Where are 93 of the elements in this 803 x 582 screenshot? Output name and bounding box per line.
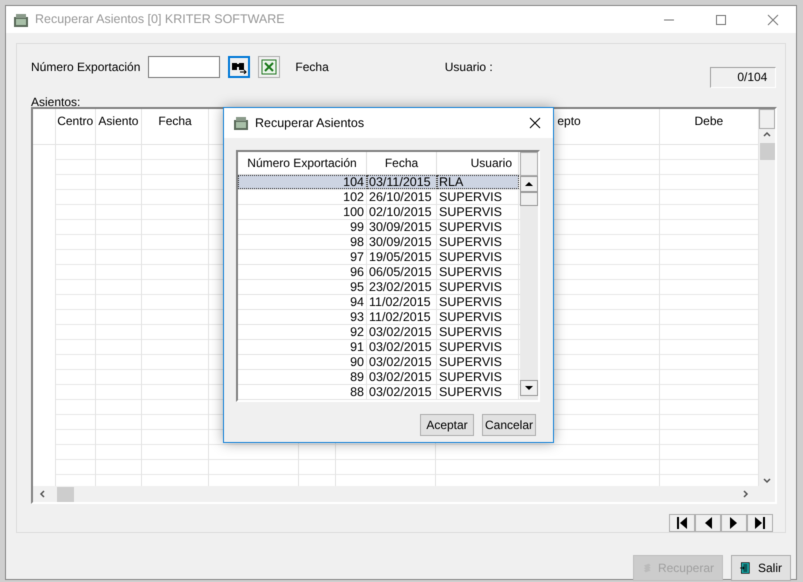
grid-corner-header: [759, 109, 775, 129]
scroll-down-button[interactable]: [520, 380, 538, 396]
export-number-field[interactable]: [148, 56, 220, 78]
table-cell: SUPERVIS: [437, 280, 519, 294]
table-cell: 03/02/2015: [367, 355, 437, 369]
table-cell: SUPERVIS: [437, 325, 519, 339]
table-cell: 102: [238, 190, 367, 204]
column-header[interactable]: Usuario: [437, 152, 519, 174]
table-cell: 30/09/2015: [367, 220, 437, 234]
scroll-up-button[interactable]: [520, 176, 538, 192]
table-cell: 100: [238, 205, 367, 219]
last-button[interactable]: [747, 514, 773, 532]
table-cell: SUPERVIS: [437, 220, 519, 234]
dialog-title: Recuperar Asientos: [255, 114, 366, 132]
column-header[interactable]: Número Exportación: [238, 152, 367, 174]
scroll-thumb[interactable]: [760, 143, 774, 160]
horizontal-scrollbar[interactable]: [33, 486, 775, 502]
table-cell: 90: [238, 355, 367, 369]
table-cell: 11/02/2015: [367, 295, 437, 309]
search-button[interactable]: [228, 56, 250, 78]
column-header[interactable]: Asiento: [96, 109, 142, 144]
field-label: Número Exportación: [31, 59, 140, 76]
table-cell: SUPERVIS: [437, 190, 519, 204]
table-cell: 98: [238, 235, 367, 249]
first-button[interactable]: [669, 514, 695, 532]
grid-label: Asientos:: [31, 94, 80, 111]
list-corner-header: [520, 152, 538, 176]
table-cell: SUPERVIS: [437, 340, 519, 354]
table-cell: 94: [238, 295, 367, 309]
close-icon: [529, 117, 541, 129]
column-header[interactable]: Fecha: [367, 152, 437, 174]
table-cell: 11/02/2015: [367, 310, 437, 324]
table-cell: 92: [238, 325, 367, 339]
scroll-thumb[interactable]: [57, 486, 74, 502]
maximize-icon: [715, 14, 727, 26]
table-cell: 97: [238, 250, 367, 264]
vertical-scrollbar[interactable]: [759, 109, 775, 486]
table-cell: 03/02/2015: [367, 385, 437, 399]
cancel-button[interactable]: Cancelar: [482, 414, 536, 436]
next-button[interactable]: [721, 514, 747, 532]
excel-button[interactable]: [258, 56, 280, 78]
table-cell: 104: [238, 175, 367, 189]
scroll-thumb[interactable]: [520, 192, 538, 206]
previous-button[interactable]: [695, 514, 721, 532]
table-cell: 26/10/2015: [367, 190, 437, 204]
table-cell: 23/02/2015: [367, 280, 437, 294]
table-cell: 95: [238, 280, 367, 294]
table-cell: 99: [238, 220, 367, 234]
scroll-down-icon: [525, 385, 533, 391]
table-cell: SUPERVIS: [437, 370, 519, 384]
table-cell: 03/02/2015: [367, 340, 437, 354]
app-icon: [13, 12, 29, 28]
table-cell: 30/09/2015: [367, 235, 437, 249]
field-label: Usuario :: [444, 59, 493, 76]
table-cell: 03/02/2015: [367, 370, 437, 384]
scroll-left-icon: [37, 489, 47, 499]
spreadsheet-icon: [261, 59, 278, 76]
column-header[interactable]: Fecha: [142, 109, 209, 144]
table-cell: SUPERVIS: [437, 295, 519, 309]
table-cell: 19/05/2015: [367, 250, 437, 264]
scroll-up-icon: [525, 181, 533, 187]
table-cell: SUPERVIS: [437, 355, 519, 369]
scroll-right-icon: [741, 489, 751, 499]
last-icon: [753, 516, 767, 530]
first-icon: [675, 516, 689, 530]
table-cell: 93: [238, 310, 367, 324]
scroll-down-icon: [762, 476, 772, 486]
table-cell: SUPERVIS: [437, 265, 519, 279]
accept-button[interactable]: Aceptar: [420, 414, 474, 436]
table-cell: SUPERVIS: [437, 250, 519, 264]
table-cell: 03/11/2015: [367, 175, 437, 189]
column-header[interactable]: Centro: [56, 109, 96, 144]
record-counter: 0/104: [710, 67, 776, 88]
table-cell: SUPERVIS: [437, 310, 519, 324]
window-title: Recuperar Asientos [0] KRITER SOFTWARE: [35, 11, 286, 28]
field-label: Fecha: [295, 59, 329, 76]
table-cell: SUPERVIS: [437, 205, 519, 219]
close-icon: [767, 14, 779, 26]
vertical-scrollbar[interactable]: [520, 152, 538, 400]
binoculars-icon: [231, 60, 248, 74]
table-cell: 02/10/2015: [367, 205, 437, 219]
table-cell: SUPERVIS: [437, 235, 519, 249]
scroll-up-icon: [762, 129, 772, 139]
table-cell: RLA: [437, 175, 519, 189]
table-cell: 88: [238, 385, 367, 399]
table-cell: 03/02/2015: [367, 325, 437, 339]
table-cell: 06/05/2015: [367, 265, 437, 279]
table-cell: 89: [238, 370, 367, 384]
table-cell: SUPERVIS: [437, 385, 519, 399]
table-cell: 96: [238, 265, 367, 279]
exit-button[interactable]: Salir: [731, 555, 791, 581]
table-cell: 91: [238, 340, 367, 354]
app-icon: [233, 115, 249, 131]
